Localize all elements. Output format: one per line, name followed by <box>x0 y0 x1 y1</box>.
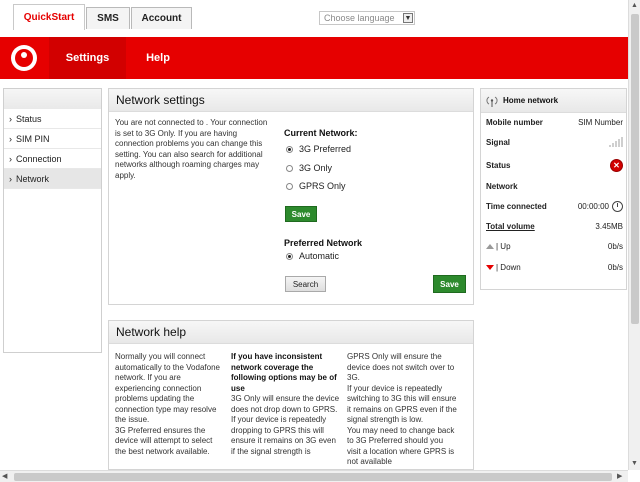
vertical-scrollbar[interactable]: ▲ ▼ <box>628 0 640 470</box>
sidebar-item-status[interactable]: › Status <box>4 109 101 129</box>
top-tab-bar: QuickStart SMS Account Choose language ▼ <box>0 0 640 36</box>
total-volume-link[interactable]: Total volume <box>486 222 535 231</box>
radio-checked-icon <box>286 252 293 260</box>
help-column-2: If you have inconsistent network coverag… <box>231 352 340 456</box>
chevron-right-icon: › <box>9 153 12 164</box>
scroll-up-icon[interactable]: ▲ <box>631 2 638 9</box>
help-column-1: Normally you will connect automatically … <box>115 352 220 456</box>
up-row: | Up 0b/s <box>486 242 623 251</box>
mobile-number-value: SIM Number <box>578 118 623 127</box>
horizontal-scrollbar[interactable]: ◀ ▶ <box>0 470 628 482</box>
sidebar-item-connection[interactable]: › Connection <box>4 149 101 169</box>
scroll-down-icon[interactable]: ▼ <box>631 460 638 467</box>
help-column-3: GPRS Only will ensure the device does no… <box>347 352 457 466</box>
sidebar-item-label: SIM PIN <box>16 133 50 144</box>
radio-unchecked-icon <box>286 164 293 172</box>
network-settings-description: You are not connected to . Your connecti… <box>115 118 268 180</box>
time-connected-row: Time connected 00:00:00 <box>486 201 623 212</box>
home-network-panel: Home network Mobile number SIM Number Sig… <box>480 88 627 290</box>
time-connected-value: 00:00:00 <box>577 202 609 211</box>
sidebar-item-network[interactable]: › Network <box>4 169 101 189</box>
mobile-number-row: Mobile number SIM Number <box>486 118 623 127</box>
sidebar: › Status › SIM PIN › Connection › Network <box>3 88 102 353</box>
home-network-header: Home network <box>481 89 626 113</box>
vodafone-logo[interactable] <box>11 45 37 71</box>
panel-title: Network help <box>109 321 473 344</box>
signal-strength-icon <box>609 137 623 147</box>
scroll-thumb[interactable] <box>631 14 639 324</box>
network-help-panel: Network help Normally you will connect a… <box>108 320 474 470</box>
radio-unchecked-icon <box>286 182 293 190</box>
home-network-title: Home network <box>503 96 559 105</box>
nav-help[interactable]: Help <box>130 37 186 79</box>
search-button[interactable]: Search <box>285 276 326 292</box>
sidebar-item-label: Connection <box>16 153 62 164</box>
radio-gprs-only[interactable]: GPRS Only <box>286 181 346 191</box>
radio-3g-preferred[interactable]: 3G Preferred <box>286 144 351 154</box>
down-value: 0b/s <box>607 263 623 272</box>
radio-checked-icon <box>286 145 293 153</box>
radio-3g-only[interactable]: 3G Only <box>286 163 332 173</box>
down-arrow-icon <box>486 265 494 270</box>
save-current-network-button[interactable]: Save <box>285 206 317 222</box>
current-network-label: Current Network: <box>284 128 358 138</box>
error-x-icon: ✕ <box>610 159 623 172</box>
sidebar-item-label: Status <box>16 113 42 124</box>
chevron-right-icon: › <box>9 133 12 144</box>
scroll-thumb[interactable] <box>14 473 612 481</box>
panel-title: Network settings <box>109 89 473 112</box>
language-select-value: Choose language <box>324 13 395 23</box>
signal-row: Signal <box>486 137 623 147</box>
radio-automatic[interactable]: Automatic <box>286 251 339 261</box>
save-preferred-network-button[interactable]: Save <box>433 275 466 293</box>
language-select[interactable]: Choose language ▼ <box>319 11 415 25</box>
down-row: | Down 0b/s <box>486 263 623 272</box>
chevron-right-icon: › <box>9 173 12 184</box>
nav-settings[interactable]: Settings <box>49 37 126 79</box>
up-arrow-icon <box>486 244 494 249</box>
tab-quickstart[interactable]: QuickStart <box>13 4 85 30</box>
up-value: 0b/s <box>607 242 623 251</box>
status-row: Status ✕ <box>486 159 623 172</box>
chevron-right-icon: › <box>9 113 12 124</box>
antenna-icon <box>486 96 498 107</box>
sidebar-item-label: Network <box>16 173 50 184</box>
total-volume-value: 3.45MB <box>595 222 623 231</box>
tab-account[interactable]: Account <box>131 7 192 29</box>
scroll-right-icon[interactable]: ▶ <box>617 473 622 480</box>
tab-sms[interactable]: SMS <box>86 7 130 29</box>
chevron-down-icon[interactable]: ▼ <box>403 13 413 23</box>
network-row: Network <box>486 182 518 191</box>
scroll-left-icon[interactable]: ◀ <box>2 473 7 480</box>
network-settings-panel: Network settings You are not connected t… <box>108 88 474 305</box>
sidebar-item-sim-pin[interactable]: › SIM PIN <box>4 129 101 149</box>
total-volume-row: Total volume 3.45MB <box>486 222 623 231</box>
clock-icon <box>612 201 623 212</box>
preferred-network-label: Preferred Network <box>284 238 363 248</box>
